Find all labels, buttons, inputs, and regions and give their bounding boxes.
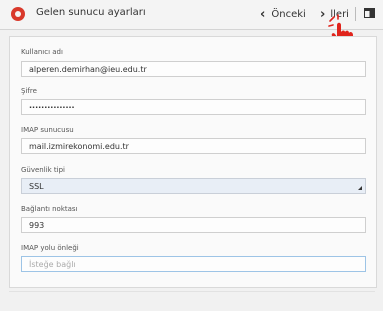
password-field[interactable]: ··············· [21, 99, 366, 115]
chevron-left-icon: ‹ [260, 6, 266, 22]
previous-label: Önceki [271, 8, 306, 20]
imap-prefix-field[interactable]: İsteğe bağlı [21, 256, 366, 272]
security-type-value: SSL [29, 182, 44, 191]
username-field[interactable]: alperen.demirhan@ieu.edu.tr [21, 61, 366, 77]
window-icon[interactable] [364, 8, 375, 18]
port-label: Bağlantı noktası [21, 205, 78, 213]
imap-server-label: IMAP sunucusu [21, 126, 74, 134]
dropdown-corner-icon [358, 186, 362, 190]
screen-title: Gelen sunucu ayarları [36, 7, 146, 18]
username-label: Kullanıcı adı [21, 48, 63, 56]
password-label: Şifre [21, 87, 37, 95]
previous-button[interactable]: ‹ Önceki [256, 4, 310, 24]
imap-prefix-label: IMAP yolu önleği [21, 244, 79, 252]
divider [9, 291, 375, 292]
security-type-select[interactable]: SSL [21, 178, 366, 194]
imap-server-field[interactable]: mail.izmirekonomi.edu.tr [21, 138, 366, 154]
port-field[interactable]: 993 [21, 217, 366, 233]
security-type-label: Güvenlik tipi [21, 166, 65, 174]
email-app-icon[interactable] [11, 7, 25, 21]
